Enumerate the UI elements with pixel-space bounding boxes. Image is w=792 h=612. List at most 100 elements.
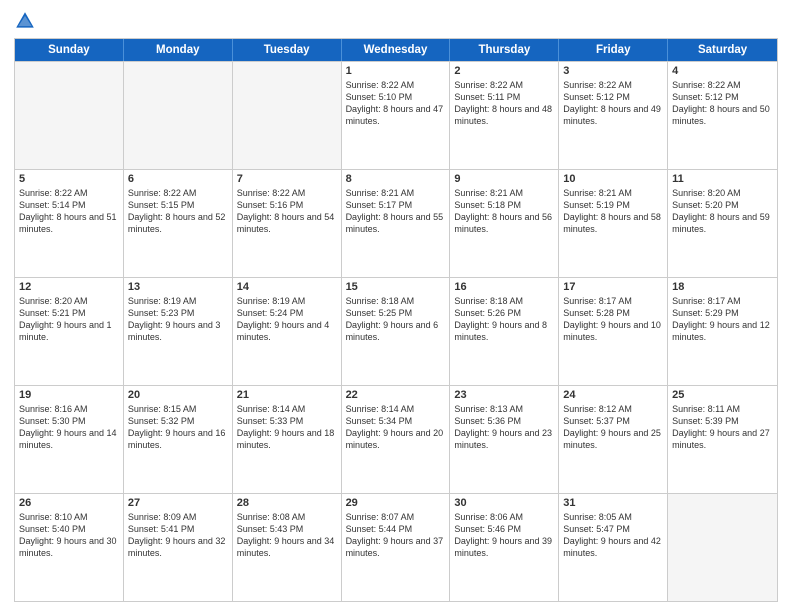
day-info: Sunrise: 8:11 AM Sunset: 5:39 PM Dayligh…	[672, 403, 773, 452]
calendar-day: 7 Sunrise: 8:22 AM Sunset: 5:16 PM Daylig…	[233, 170, 342, 277]
day-info: Sunrise: 8:13 AM Sunset: 5:36 PM Dayligh…	[454, 403, 554, 452]
calendar-day: 18 Sunrise: 8:17 AM Sunset: 5:29 PM Dayli…	[668, 278, 777, 385]
day-number: 26	[19, 497, 119, 509]
day-number: 18	[672, 281, 773, 293]
day-info: Sunrise: 8:10 AM Sunset: 5:40 PM Dayligh…	[19, 511, 119, 560]
calendar-day: 14Sunrise: 8:19 AM Sunset: 5:24 PM Dayli…	[233, 278, 342, 385]
calendar-day: 23 Sunrise: 8:13 AM Sunset: 5:36 PM Dayli…	[450, 386, 559, 493]
day-info: Sunrise: 8:22 AM Sunset: 5:15 PM Dayligh…	[128, 187, 228, 236]
day-info: Sunrise: 8:14 AM Sunset: 5:33 PM Dayligh…	[237, 403, 337, 452]
day-info: Sunrise: 8:09 AM Sunset: 5:41 PM Dayligh…	[128, 511, 228, 560]
calendar-day: 12 Sunrise: 8:20 AM Sunset: 5:21 PM Dayli…	[15, 278, 124, 385]
day-info: Sunrise: 8:20 AM Sunset: 5:20 PM Dayligh…	[672, 187, 773, 236]
day-info: Sunrise: 8:17 AM Sunset: 5:29 PM Dayligh…	[672, 295, 773, 344]
header	[14, 10, 778, 32]
weekday-header: Friday	[559, 39, 668, 61]
day-number: 4	[672, 65, 773, 77]
day-info: Sunrise: 8:19 AM Sunset: 5:24 PM Dayligh…	[237, 295, 337, 344]
calendar-week: 19 Sunrise: 8:16 AM Sunset: 5:30 PM Dayli…	[15, 385, 777, 493]
day-number: 8	[346, 173, 446, 185]
day-number: 17	[563, 281, 663, 293]
day-number: 5	[19, 173, 119, 185]
day-info: Sunrise: 8:21 AM Sunset: 5:17 PM Dayligh…	[346, 187, 446, 236]
weekday-header: Monday	[124, 39, 233, 61]
day-number: 28	[237, 497, 337, 509]
day-info: Sunrise: 8:07 AM Sunset: 5:44 PM Dayligh…	[346, 511, 446, 560]
day-number: 24	[563, 389, 663, 401]
day-info: Sunrise: 8:15 AM Sunset: 5:32 PM Dayligh…	[128, 403, 228, 452]
calendar-day: 8 Sunrise: 8:21 AM Sunset: 5:17 PM Daylig…	[342, 170, 451, 277]
calendar-day: 10 Sunrise: 8:21 AM Sunset: 5:19 PM Dayli…	[559, 170, 668, 277]
day-info: Sunrise: 8:22 AM Sunset: 5:16 PM Dayligh…	[237, 187, 337, 236]
calendar-week: 26 Sunrise: 8:10 AM Sunset: 5:40 PM Dayli…	[15, 493, 777, 601]
calendar-day: 2 Sunrise: 8:22 AM Sunset: 5:11 PM Daylig…	[450, 62, 559, 169]
day-number: 22	[346, 389, 446, 401]
calendar-day: 31Sunrise: 8:05 AM Sunset: 5:47 PM Dayli…	[559, 494, 668, 601]
day-info: Sunrise: 8:18 AM Sunset: 5:26 PM Dayligh…	[454, 295, 554, 344]
calendar-day: 28 Sunrise: 8:08 AM Sunset: 5:43 PM Dayli…	[233, 494, 342, 601]
day-info: Sunrise: 8:06 AM Sunset: 5:46 PM Dayligh…	[454, 511, 554, 560]
day-info: Sunrise: 8:21 AM Sunset: 5:19 PM Dayligh…	[563, 187, 663, 236]
day-info: Sunrise: 8:14 AM Sunset: 5:34 PM Dayligh…	[346, 403, 446, 452]
calendar-week: 1Sunrise: 8:22 AM Sunset: 5:10 PM Daylig…	[15, 61, 777, 169]
calendar-day: 9 Sunrise: 8:21 AM Sunset: 5:18 PM Daylig…	[450, 170, 559, 277]
day-info: Sunrise: 8:18 AM Sunset: 5:25 PM Dayligh…	[346, 295, 446, 344]
day-info: Sunrise: 8:20 AM Sunset: 5:21 PM Dayligh…	[19, 295, 119, 344]
day-number: 11	[672, 173, 773, 185]
calendar-day: 26 Sunrise: 8:10 AM Sunset: 5:40 PM Dayli…	[15, 494, 124, 601]
weekday-header: Wednesday	[342, 39, 451, 61]
calendar-day: 20 Sunrise: 8:15 AM Sunset: 5:32 PM Dayli…	[124, 386, 233, 493]
day-info: Sunrise: 8:16 AM Sunset: 5:30 PM Dayligh…	[19, 403, 119, 452]
day-number: 3	[563, 65, 663, 77]
day-info: Sunrise: 8:22 AM Sunset: 5:12 PM Dayligh…	[672, 79, 773, 128]
calendar-day: 25 Sunrise: 8:11 AM Sunset: 5:39 PM Dayli…	[668, 386, 777, 493]
day-info: Sunrise: 8:12 AM Sunset: 5:37 PM Dayligh…	[563, 403, 663, 452]
empty-cell	[668, 494, 777, 601]
day-number: 25	[672, 389, 773, 401]
day-number: 9	[454, 173, 554, 185]
calendar-day: 22 Sunrise: 8:14 AM Sunset: 5:34 PM Dayli…	[342, 386, 451, 493]
calendar-day: 29 Sunrise: 8:07 AM Sunset: 5:44 PM Dayli…	[342, 494, 451, 601]
calendar-week: 12 Sunrise: 8:20 AM Sunset: 5:21 PM Dayli…	[15, 277, 777, 385]
day-number: 7	[237, 173, 337, 185]
calendar-day: 21 Sunrise: 8:14 AM Sunset: 5:33 PM Dayli…	[233, 386, 342, 493]
day-info: Sunrise: 8:17 AM Sunset: 5:28 PM Dayligh…	[563, 295, 663, 344]
day-number: 10	[563, 173, 663, 185]
weekday-header: Thursday	[450, 39, 559, 61]
calendar-day: 19 Sunrise: 8:16 AM Sunset: 5:30 PM Dayli…	[15, 386, 124, 493]
day-number: 29	[346, 497, 446, 509]
day-number: 30	[454, 497, 554, 509]
day-number: 27	[128, 497, 228, 509]
calendar-body: 1Sunrise: 8:22 AM Sunset: 5:10 PM Daylig…	[15, 61, 777, 601]
day-number: 2	[454, 65, 554, 77]
calendar-day: 6Sunrise: 8:22 AM Sunset: 5:15 PM Daylig…	[124, 170, 233, 277]
weekday-header: Saturday	[668, 39, 777, 61]
day-number: 21	[237, 389, 337, 401]
day-number: 12	[19, 281, 119, 293]
logo	[14, 10, 40, 32]
day-number: 23	[454, 389, 554, 401]
day-info: Sunrise: 8:21 AM Sunset: 5:18 PM Dayligh…	[454, 187, 554, 236]
calendar-day: 3Sunrise: 8:22 AM Sunset: 5:12 PM Daylig…	[559, 62, 668, 169]
empty-cell	[15, 62, 124, 169]
calendar-day: 17 Sunrise: 8:17 AM Sunset: 5:28 PM Dayli…	[559, 278, 668, 385]
day-number: 16	[454, 281, 554, 293]
page: SundayMondayTuesdayWednesdayThursdayFrid…	[0, 0, 792, 612]
calendar-week: 5 Sunrise: 8:22 AM Sunset: 5:14 PM Daylig…	[15, 169, 777, 277]
day-number: 19	[19, 389, 119, 401]
calendar: SundayMondayTuesdayWednesdayThursdayFrid…	[14, 38, 778, 602]
calendar-day: 1Sunrise: 8:22 AM Sunset: 5:10 PM Daylig…	[342, 62, 451, 169]
calendar-day: 24 Sunrise: 8:12 AM Sunset: 5:37 PM Dayli…	[559, 386, 668, 493]
empty-cell	[124, 62, 233, 169]
calendar-day: 15Sunrise: 8:18 AM Sunset: 5:25 PM Dayli…	[342, 278, 451, 385]
day-info: Sunrise: 8:08 AM Sunset: 5:43 PM Dayligh…	[237, 511, 337, 560]
day-info: Sunrise: 8:22 AM Sunset: 5:11 PM Dayligh…	[454, 79, 554, 128]
calendar-day: 11 Sunrise: 8:20 AM Sunset: 5:20 PM Dayli…	[668, 170, 777, 277]
day-number: 20	[128, 389, 228, 401]
weekday-header: Sunday	[15, 39, 124, 61]
day-info: Sunrise: 8:05 AM Sunset: 5:47 PM Dayligh…	[563, 511, 663, 560]
calendar-day: 27 Sunrise: 8:09 AM Sunset: 5:41 PM Dayli…	[124, 494, 233, 601]
weekday-header: Tuesday	[233, 39, 342, 61]
day-info: Sunrise: 8:22 AM Sunset: 5:14 PM Dayligh…	[19, 187, 119, 236]
day-number: 1	[346, 65, 446, 77]
